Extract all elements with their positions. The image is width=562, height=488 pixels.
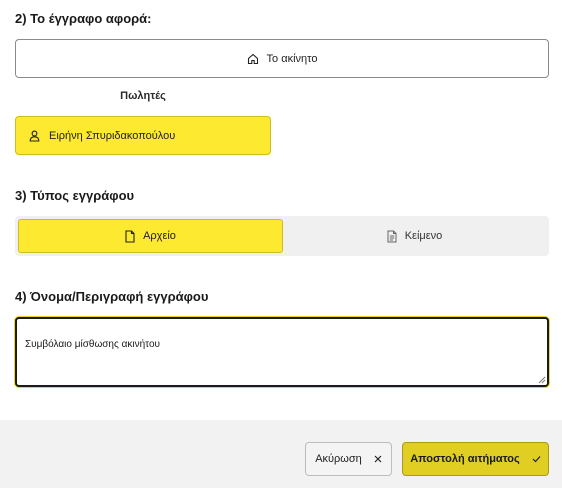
section-3-title: 3) Τύπος εγγράφου [15, 188, 135, 203]
document-type-text-option[interactable]: Κείμενο [283, 219, 546, 253]
user-icon [29, 130, 40, 142]
close-icon [374, 455, 382, 463]
section-4-title: 4) Όνομα/Περιγραφή εγγράφου [15, 289, 209, 304]
cancel-button-label: Ακύρωση [315, 453, 362, 465]
section-2-title: 2) Το έγγραφο αφορά: [15, 11, 152, 26]
text-document-icon [387, 230, 397, 243]
file-icon [125, 229, 135, 243]
property-option-button[interactable]: Το ακίνητο [15, 39, 549, 78]
document-type-file-label: Αρχείο [143, 230, 176, 242]
document-type-file-option[interactable]: Αρχείο [18, 219, 283, 253]
submit-button-label: Αποστολή αιτήματος [410, 453, 520, 465]
sellers-label: Πωλητές [120, 90, 166, 102]
cancel-button[interactable]: Ακύρωση [305, 442, 392, 476]
document-type-text-label: Κείμενο [404, 230, 443, 242]
resize-handle-icon[interactable] [538, 376, 546, 384]
home-icon [247, 53, 259, 65]
seller-name: Ειρήνη Σπυριδακοπούλου [49, 129, 176, 142]
document-type-toggle: Αρχείο Κείμενο [15, 216, 549, 256]
seller-card[interactable]: Ειρήνη Σπυριδακοπούλου [15, 116, 271, 155]
check-icon [532, 455, 541, 463]
document-description-input[interactable]: Συμβόλαιο μίσθωσης ακινήτου [15, 317, 549, 387]
property-option-label: Το ακίνητο [266, 52, 318, 65]
submit-request-button[interactable]: Αποστολή αιτήματος [402, 442, 549, 476]
document-description-value: Συμβόλαιο μίσθωσης ακινήτου [25, 339, 160, 350]
